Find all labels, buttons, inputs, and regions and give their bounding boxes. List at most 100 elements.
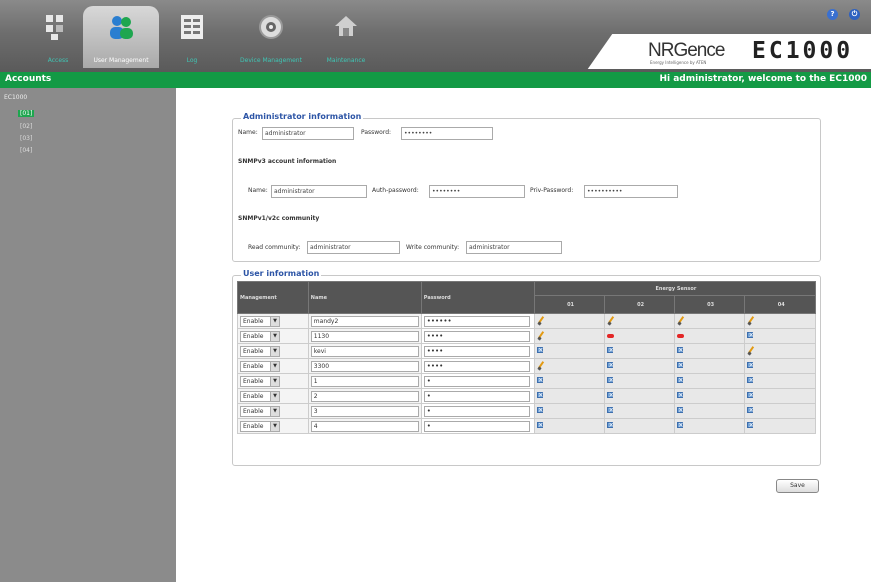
unassigned-icon[interactable] [676, 421, 684, 429]
tree-item-01[interactable]: [01] [18, 110, 35, 117]
chevron-down-icon[interactable]: ▼ [270, 406, 279, 416]
snmp-name-input[interactable]: administrator [271, 185, 367, 198]
tree-root[interactable]: EC1000 [4, 94, 27, 101]
user-name-input[interactable]: 4 [310, 420, 419, 432]
tab-user-management[interactable]: User Management [83, 6, 159, 68]
user-password-input[interactable]: • [423, 405, 530, 417]
chevron-down-icon[interactable]: ▼ [270, 391, 279, 401]
user-password-input[interactable]: •••• [423, 360, 530, 372]
user-name-input[interactable]: 1130 [310, 330, 419, 342]
management-value: Enable [243, 422, 264, 430]
pencil-icon[interactable] [537, 316, 544, 325]
management-select[interactable]: Enable ▼ [240, 390, 280, 402]
unassigned-icon[interactable] [676, 391, 684, 399]
help-icon[interactable]: ? [827, 9, 838, 20]
unassigned-icon[interactable] [607, 391, 614, 399]
management-select[interactable]: Enable ▼ [240, 345, 280, 357]
unassigned-icon[interactable] [536, 421, 544, 429]
unassigned-icon[interactable] [607, 421, 614, 429]
pencil-icon[interactable] [537, 331, 544, 340]
save-button[interactable]: Save [776, 479, 819, 493]
management-select[interactable]: Enable ▼ [240, 375, 280, 387]
user-name-input[interactable]: kevi [310, 345, 419, 357]
logout-icon[interactable]: ⏻ [849, 9, 860, 20]
chevron-down-icon[interactable]: ▼ [270, 346, 279, 356]
unassigned-icon[interactable] [676, 346, 684, 354]
admin-name-input[interactable]: administrator [262, 127, 354, 140]
user-name-input[interactable]: 1 [310, 375, 419, 387]
brand-logo: NRGence [648, 40, 725, 61]
unassigned-icon[interactable] [607, 406, 614, 414]
chevron-down-icon[interactable]: ▼ [270, 361, 279, 371]
priv-password-input[interactable]: •••••••••• [584, 185, 678, 198]
unassigned-icon[interactable] [747, 421, 754, 429]
user-password-input[interactable]: • [423, 375, 530, 387]
unassigned-icon[interactable] [747, 331, 754, 339]
name-cell: mandy2 [307, 313, 422, 329]
user-name-input[interactable]: 2 [310, 390, 419, 402]
unassigned-icon[interactable] [676, 361, 684, 369]
snmpv3-title: SNMPv3 account information [238, 158, 337, 165]
user-password-input[interactable]: • [423, 420, 530, 432]
management-select[interactable]: Enable ▼ [240, 405, 280, 417]
sensor-cell [533, 388, 606, 404]
unassigned-icon[interactable] [536, 376, 544, 384]
sensor-cell [673, 328, 746, 344]
management-cell: Enable ▼ [237, 418, 309, 434]
write-community-input[interactable]: administrator [466, 241, 562, 254]
management-select[interactable]: Enable ▼ [240, 420, 280, 432]
tree-item-02[interactable]: [02] [20, 123, 32, 130]
pencil-icon[interactable] [677, 316, 684, 325]
tab-device-management[interactable]: Device Management [233, 6, 309, 68]
management-cell: Enable ▼ [237, 373, 309, 389]
chevron-down-icon[interactable]: ▼ [270, 376, 279, 386]
chevron-down-icon[interactable]: ▼ [270, 331, 279, 341]
sensor-cell [673, 418, 746, 434]
grid-icon [46, 15, 63, 40]
col-energy-sensor: Energy Sensor [533, 281, 817, 296]
chevron-down-icon[interactable]: ▼ [270, 421, 279, 431]
unassigned-icon[interactable] [747, 376, 754, 384]
unassigned-icon[interactable] [676, 376, 684, 384]
chevron-down-icon[interactable]: ▼ [270, 316, 279, 326]
unassigned-icon[interactable] [607, 376, 614, 384]
name-cell: 4 [307, 418, 422, 434]
unassigned-icon[interactable] [747, 361, 754, 369]
user-password-input[interactable]: •••• [423, 330, 530, 342]
section-header: Accounts Hi administrator, welcome to th… [0, 72, 871, 88]
tab-maintenance[interactable]: Maintenance [308, 6, 384, 68]
password-cell: •••• [420, 358, 535, 374]
unassigned-icon[interactable] [536, 346, 544, 354]
tab-log[interactable]: Log [154, 6, 230, 68]
unassigned-icon[interactable] [536, 406, 544, 414]
top-navigation-bar: Access User Management Log Device Manage… [0, 0, 871, 72]
disabled-icon[interactable] [676, 334, 684, 338]
management-select[interactable]: Enable ▼ [240, 360, 280, 372]
management-select[interactable]: Enable ▼ [240, 315, 280, 327]
unassigned-icon[interactable] [676, 406, 684, 414]
read-community-input[interactable]: administrator [307, 241, 400, 254]
unassigned-icon[interactable] [536, 391, 544, 399]
disabled-icon[interactable] [607, 334, 615, 338]
unassigned-icon[interactable] [607, 361, 614, 369]
tree-item-03[interactable]: [03] [20, 135, 32, 142]
pencil-icon[interactable] [607, 316, 614, 325]
user-password-input[interactable]: •••••• [423, 315, 530, 327]
auth-password-input[interactable]: •••••••• [429, 185, 525, 198]
unassigned-icon[interactable] [747, 391, 754, 399]
pencil-icon[interactable] [747, 346, 754, 355]
pencil-icon[interactable] [537, 361, 544, 370]
admin-name-label: Name: [238, 129, 258, 136]
user-password-input[interactable]: •••• [423, 345, 530, 357]
user-name-input[interactable]: 3300 [310, 360, 419, 372]
pencil-icon[interactable] [747, 316, 754, 325]
user-name-input[interactable]: mandy2 [310, 315, 419, 327]
user-password-input[interactable]: • [423, 390, 530, 402]
user-name-input[interactable]: 3 [310, 405, 419, 417]
tree-item-04[interactable]: [04] [20, 147, 32, 154]
admin-password-input[interactable]: •••••••• [401, 127, 493, 140]
unassigned-icon[interactable] [607, 346, 614, 354]
unassigned-icon[interactable] [747, 406, 754, 414]
sensor-cell [744, 343, 816, 359]
management-select[interactable]: Enable ▼ [240, 330, 280, 342]
